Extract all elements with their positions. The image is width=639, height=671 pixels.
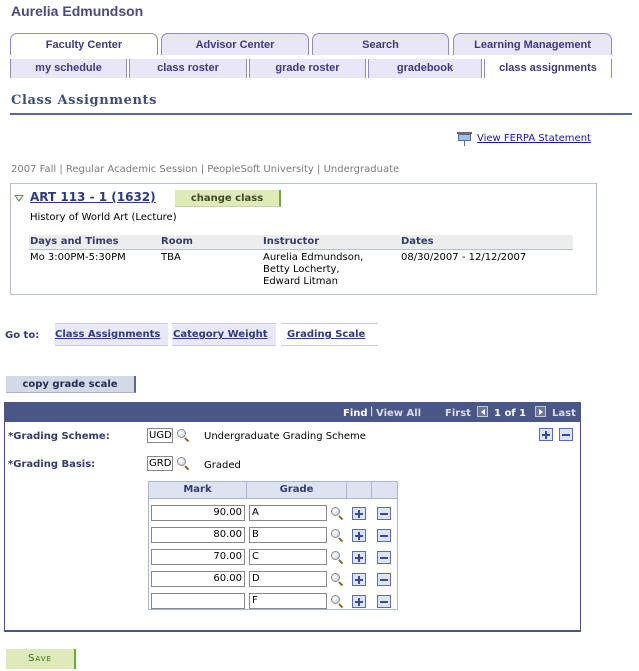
delete-scheme-row-icon[interactable] [559,428,573,441]
subtab-bar: my schedule class roster grade roster gr… [10,59,612,78]
mark-input[interactable]: 90.00 [151,505,245,521]
goto-class-assignments[interactable]: Class Assignments [55,323,168,346]
goto-grading-scale-label[interactable]: Grading Scale [281,329,365,340]
mark-input[interactable] [151,593,245,609]
find-link[interactable]: Find [343,408,368,419]
grade-lookup-icon[interactable] [331,529,344,543]
grade-lookup-icon[interactable] [331,507,344,521]
grade-scale-grid: Mark Grade 90.00 A 80.00 B 70.00 C 60.00 D F [148,481,398,610]
header-instructor: Instructor [263,236,320,247]
goto-grading-scale[interactable]: Grading Scale [281,323,378,346]
mark-input[interactable]: 80.00 [151,527,245,543]
goto-class-assignments-label[interactable]: Class Assignments [55,329,160,340]
goto-category-weight[interactable]: Category Weight [172,323,276,346]
subtab-my-schedule[interactable]: my schedule [10,59,127,78]
subtab-grade-roster[interactable]: grade roster [249,59,366,78]
instructor-1: Aurelia Edmundson, [263,252,364,263]
ferpa-link-group[interactable]: View FERPA Statement [457,129,591,147]
delete-row-icon[interactable] [377,573,391,586]
grade-input[interactable]: C [249,549,327,565]
instructor-2: Betty Locherty, [263,264,340,275]
add-row-icon[interactable] [352,595,366,608]
grade-input[interactable]: F [249,593,327,609]
subtab-class-assignments[interactable]: class assignments [484,59,612,78]
header-days-times: Days and Times [30,236,119,247]
course-description: History of World Art (Lecture) [30,212,177,223]
first-link[interactable]: First [445,408,471,419]
dates-value: 08/30/2007 - 12/12/2007 [401,252,527,263]
next-arrow-icon[interactable] [535,406,546,417]
goto-category-weight-label[interactable]: Category Weight [172,329,268,340]
projector-screen-icon [457,129,473,147]
grading-basis-label: *Grading Basis: [8,459,96,470]
grading-scheme-label: *Grading Scheme: [8,431,110,442]
view-ferpa-link[interactable]: View FERPA Statement [477,133,591,144]
grading-scheme-description: Undergraduate Grading Scheme [204,431,366,442]
days-times-value: Mo 3:00PM-5:30PM [30,252,126,263]
grading-basis-description: Graded [204,460,241,471]
instructor-3: Edward Litman [263,276,338,287]
grading-basis-lookup-icon[interactable] [177,457,190,471]
nav-separator: | [370,406,374,417]
tab-advisor-center[interactable]: Advisor Center [161,33,309,55]
grade-lookup-icon[interactable] [331,595,344,609]
delete-row-icon[interactable] [377,595,391,608]
class-info-box: ART 113 - 1 (1632) change class History … [10,183,597,295]
page-title: Class Assignments [11,93,158,108]
room-value: TBA [161,252,181,263]
add-scheme-row-icon[interactable] [539,428,553,441]
header-mark: Mark [183,484,212,495]
grade-lookup-icon[interactable] [331,573,344,587]
previous-arrow-icon[interactable] [477,406,488,417]
grading-scale-scroll-area: Find | View All First 1 of 1 Last *Gradi… [4,402,581,632]
grading-basis-input[interactable]: GRD [147,456,173,471]
delete-row-icon[interactable] [377,507,391,520]
tab-search[interactable]: Search [312,33,449,55]
subtab-gradebook[interactable]: gradebook [368,59,482,78]
grade-input[interactable]: D [249,571,327,587]
row-counter: 1 of 1 [494,408,527,419]
scroll-nav-bar: Find | View All First 1 of 1 Last [4,402,581,422]
header-room: Room [161,236,193,247]
schedule-header: Days and Times Room Instructor Dates [29,235,573,250]
save-button[interactable]: Save [6,649,76,669]
add-row-icon[interactable] [352,507,366,520]
tab-learning-management[interactable]: Learning Management [453,33,612,55]
mark-input[interactable]: 60.00 [151,571,245,587]
mark-input[interactable]: 70.00 [151,549,245,565]
delete-row-icon[interactable] [377,551,391,564]
add-row-icon[interactable] [352,529,366,542]
grade-input[interactable]: A [249,505,327,521]
add-row-icon[interactable] [352,551,366,564]
grading-scheme-input[interactable]: UGD [147,428,173,443]
collapse-triangle-icon[interactable] [14,195,24,202]
last-link[interactable]: Last [552,408,576,419]
subtab-class-roster[interactable]: class roster [129,59,247,78]
view-all-link[interactable]: View All [376,408,421,419]
grading-scheme-lookup-icon[interactable] [177,429,190,443]
term-info: 2007 Fall | Regular Academic Session | P… [11,164,400,175]
goto-label: Go to: [5,330,40,341]
header-dates: Dates [401,236,434,247]
add-row-icon[interactable] [352,573,366,586]
header-grade: Grade [279,484,314,495]
grade-lookup-icon[interactable] [331,551,344,565]
title-divider [10,113,632,115]
delete-row-icon[interactable] [377,529,391,542]
class-link[interactable]: ART 113 - 1 (1632) [30,190,156,204]
tab-faculty-center[interactable]: Faculty Center [10,33,158,55]
change-class-button[interactable]: change class [175,190,281,207]
grid-header: Mark Grade [149,482,397,499]
user-name: Aurelia Edmundson [11,3,144,19]
copy-grade-scale-button[interactable]: copy grade scale [6,376,136,393]
grade-input[interactable]: B [249,527,327,543]
